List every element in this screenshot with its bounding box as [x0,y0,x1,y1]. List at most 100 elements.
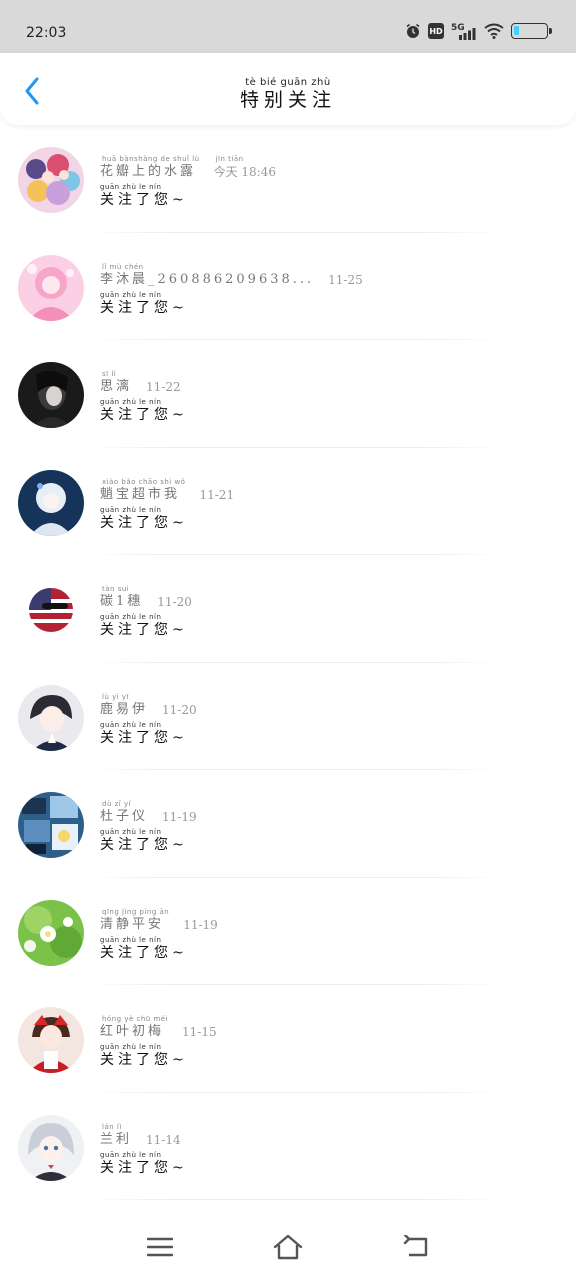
date-pinyin [157,585,192,594]
date-pinyin [146,1123,181,1132]
list-item[interactable]: sī lí 思漓 11-22 guān zhù le nín 关注了您~ [0,340,576,448]
silver-hair-anime-avatar[interactable] [18,1114,84,1181]
white-hair-anime-avatar[interactable] [18,469,84,536]
list-item[interactable]: huā bànshàng de shuǐ lù 花瓣上的水露 jīn tiān 今天 … [0,125,576,233]
follow-text: 关注了您~ [100,1052,188,1068]
name-line: qīng jìng píng ān 清静平安 11-19 [100,908,218,933]
name-pinyin: dù zǐ yí [102,800,132,808]
pink-anime-avatar[interactable] [18,254,84,321]
anime-boy-avatar[interactable] [18,684,84,751]
item-text: huā bànshàng de shuǐ lù 花瓣上的水露 jīn tiān 今天 … [100,155,276,208]
navigation-bar [0,1207,576,1280]
follow-pinyin: guān zhù le nín [100,1043,162,1051]
status-time: 22:03 [26,25,67,41]
item-text: hóng yè chū méi 红叶初梅 11-15 guān zhù le nín 关… [100,1015,217,1068]
user-name[interactable]: 思漓 [100,379,132,395]
date-block: 11-19 [162,800,197,825]
follow-date: 11-19 [162,810,197,824]
follow-message: guān zhù le nín 关注了您~ [100,721,197,746]
signal-icon: 5G [451,23,476,40]
alarm-icon [406,23,420,38]
follow-message: guān zhù le nín 关注了您~ [100,1043,217,1068]
item-text: sī lí 思漓 11-22 guān zhù le nín 关注了您~ [100,370,188,423]
item-text: xiào bǎo chāo shì wǒ 魈宝超市我 11-21 guān zhù l… [100,478,234,531]
name-block: sī lí 思漓 [100,370,132,395]
name-pinyin: lù yì yī [102,692,130,701]
follow-message: guān zhù le nín 关注了您~ [100,1151,188,1176]
list-item[interactable]: hóng yè chū méi 红叶初梅 11-15 guān zhù le nín 关… [0,985,576,1093]
name-line: xiào bǎo chāo shì wǒ 魈宝超市我 11-21 [100,478,234,503]
follow-pinyin: guān zhù le nín [100,613,162,621]
blue-collage-avatar[interactable] [18,792,84,858]
title-pinyin: tè bié guān zhù [245,77,331,88]
list-item[interactable]: qīng jìng píng ān 清静平安 11-19 guān zhù le ní… [0,878,576,985]
date-block: 11-19 [183,908,218,933]
name-line: lán lì 兰利 11-14 [100,1123,188,1148]
user-name[interactable]: 兰利 [100,1132,132,1148]
red-shrine-girl-avatar[interactable] [18,1007,84,1073]
flower-avatar[interactable] [18,899,84,966]
flag-ball-avatar[interactable] [18,577,84,643]
home-button[interactable] [268,1227,308,1267]
follow-pinyin: guān zhù le nín [100,398,162,406]
follow-pinyin: guān zhù le nín [100,1150,162,1159]
date-block: 11-21 [199,478,234,503]
follow-message: guān zhù le nín 关注了您~ [100,398,188,423]
user-name[interactable]: 鹿易伊 [100,702,148,718]
follow-date: 11-20 [162,702,197,717]
name-pinyin: huā bànshàng de shuǐ lù [102,155,200,163]
user-name[interactable]: 杜子仪 [100,809,148,825]
anime-group-avatar[interactable] [18,147,84,213]
date-block: 11-20 [157,585,192,610]
follow-date: 11-21 [199,487,235,502]
name-pinyin: xiào bǎo chāo shì wǒ [102,477,186,486]
dark-portrait-avatar[interactable] [18,362,84,428]
list-item[interactable]: lán lì 兰利 11-14 guān zhù le nín 关注了您~ [0,1093,576,1200]
name-pinyin: lán lì [102,1122,122,1131]
list-item[interactable]: dù zǐ yí 杜子仪 11-19 guān zhù le nín 关注了您~ [0,770,576,878]
name-block: tàn suì 碳1穗 [100,585,143,610]
follow-pinyin: guān zhù le nín [100,290,162,299]
menu-button[interactable] [140,1227,180,1267]
date-pinyin [146,370,181,379]
list-item[interactable]: tàn suì 碳1穗 11-20 guān zhù le nín 关注了您~ [0,555,576,663]
follow-pinyin: guān zhù le nín [100,720,162,729]
date-pinyin [199,478,234,487]
status-icons: HD 5G [405,21,552,41]
name-pinyin: lǐ mù chén [102,262,144,271]
follow-text: 关注了您~ [100,407,188,423]
item-text: lán lì 兰利 11-14 guān zhù le nín 关注了您~ [100,1123,188,1176]
user-name[interactable]: 魈宝超市我 [100,487,185,503]
user-name[interactable]: 碳1穗 [100,594,143,610]
follow-list: huā bànshàng de shuǐ lù 花瓣上的水露 jīn tiān 今天 … [0,125,576,1200]
follow-message: guān zhù le nín 关注了您~ [100,506,234,531]
battery-level [514,26,519,35]
name-block: lán lì 兰利 [100,1123,132,1148]
date-pinyin [328,263,363,272]
name-line: sī lí 思漓 11-22 [100,370,188,395]
date-block: 11-15 [182,1015,217,1040]
date-pinyin: jīn tiān [215,155,244,163]
list-item[interactable]: xiào bǎo chāo shì wǒ 魈宝超市我 11-21 guān zhù l… [0,448,576,555]
date-pinyin [183,908,218,917]
follow-text: 关注了您~ [100,729,188,746]
name-pinyin: tàn suì [102,585,130,593]
follow-pinyin: guān zhù le nín [100,505,162,514]
name-block: hóng yè chū méi 红叶初梅 [100,1015,168,1040]
name-block: dù zǐ yí 杜子仪 [100,800,148,825]
user-name[interactable]: 花瓣上的水露 [100,164,200,180]
user-name[interactable]: 李沐晨_260886209638... [100,272,314,288]
user-name[interactable]: 清静平安 [100,917,169,933]
list-item[interactable]: lǐ mù chén 李沐晨_260886209638... 11-25 guān z… [0,233,576,340]
user-name[interactable]: 红叶初梅 [100,1024,168,1040]
system-back-button[interactable] [396,1227,436,1267]
svg-text:5G: 5G [451,23,465,33]
date-block: 11-22 [146,370,181,395]
list-item[interactable]: lù yì yī 鹿易伊 11-20 guān zhù le nín 关注了您~ [0,663,576,770]
follow-text: 关注了您~ [100,1159,188,1176]
name-block: lù yì yī 鹿易伊 [100,693,148,718]
date-pinyin [162,800,197,809]
follow-date: 11-20 [157,595,192,609]
battery-icon [511,23,552,39]
follow-text: 关注了您~ [100,622,188,638]
